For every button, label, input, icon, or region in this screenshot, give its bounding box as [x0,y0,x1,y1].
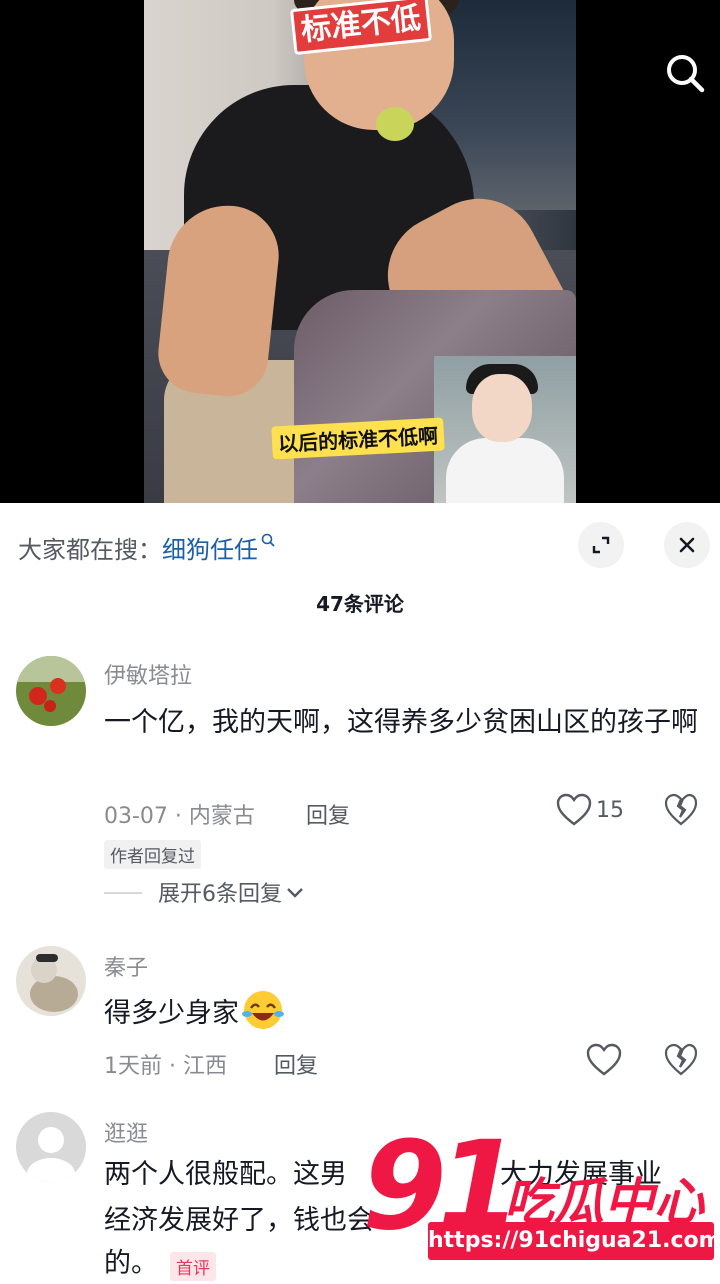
comment-text-segment: 两个人很般配。这男 [104,1159,347,1190]
comment-text-segment: 经济发展好了，钱也会 [104,1205,374,1236]
comment-count: 47条评论 [316,592,404,616]
expand-icon [592,536,610,554]
comment-text-line-1: 两个人很般配。这男 [104,1152,347,1197]
comment-username[interactable]: 逛逛 [104,1116,148,1148]
reply-button[interactable]: 回复 [306,798,350,830]
comment-meta: 1天前 · 江西 [104,1054,227,1079]
author-replied-tag: 作者回复过 [104,840,201,869]
hot-search-bar[interactable]: 大家都在搜： 细狗任任 [18,527,276,567]
hot-search-prefix: 大家都在搜： [18,535,162,564]
reply-button[interactable]: 回复 [274,1048,318,1080]
comment-meta: 03-07 · 内蒙古 [104,804,255,829]
comment-username[interactable]: 秦子 [104,950,148,982]
comment-username[interactable]: 伊敏塔拉 [104,658,192,690]
comment-text-line-3: 的。 [104,1244,158,1284]
reaction-person-head [472,374,532,442]
expand-button[interactable] [578,522,624,568]
flower-avatar-image [16,656,86,726]
chevron-down-icon [287,888,303,898]
expand-replies-button[interactable]: 展开6条回复 [158,876,306,908]
dislike-icon [664,793,698,826]
close-button[interactable] [664,522,710,568]
person-arm-left [154,199,284,401]
search-icon [667,55,705,93]
reaction-person-body [446,438,564,503]
like-button[interactable] [586,1043,622,1077]
comment-text-row: 得多少身家 [104,988,285,1032]
avatar[interactable] [16,946,86,1016]
laugh-cry-emoji [242,991,284,1029]
dislike-button[interactable] [664,793,698,831]
expand-replies-label: 展开6条回复 [158,882,282,907]
watermark-logo: 91 吃瓜中心 https://91chigua21.com [362,1116,720,1280]
dislike-button[interactable] [664,1043,698,1081]
watermark-url: https://91chigua21.com [428,1222,720,1260]
dog-avatar-image [16,946,86,1016]
comment-text: 一个亿，我的天啊，这得养多少贫困山区的孩子啊 [104,707,698,738]
avatar[interactable] [16,656,86,726]
video-player[interactable]: 标准不低 以后的标准不低啊 [0,0,720,503]
hot-search-term[interactable]: 细狗任任 [162,530,258,565]
comment-text: 得多少身家 [104,997,239,1029]
search-button[interactable] [660,48,710,98]
default-avatar-icon [16,1112,86,1182]
dislike-icon [664,1043,698,1076]
heart-icon [586,1043,622,1076]
avatar[interactable] [16,1112,86,1182]
divider [104,892,142,894]
reaction-inset [434,356,576,503]
search-small-icon [261,533,275,547]
first-comment-tag: 首评 [170,1252,216,1281]
video-frame: 标准不低 以后的标准不低啊 [144,0,576,503]
like-count: 15 [596,797,624,823]
comment-text-segment: 的。 [104,1248,158,1279]
apple [376,107,414,141]
comment-text-line-2: 经济发展好了，钱也会 [104,1198,374,1243]
close-icon [679,537,695,553]
like-button[interactable]: 15 [556,793,624,827]
heart-icon [556,793,592,826]
